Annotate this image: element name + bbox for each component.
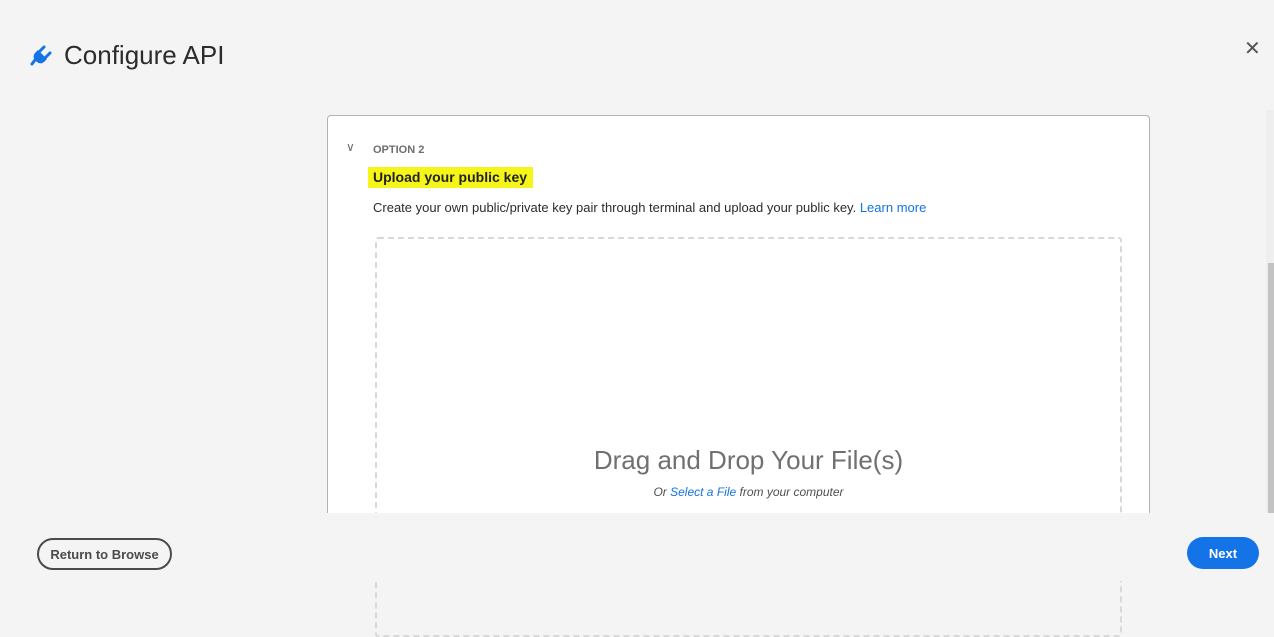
chevron-down-icon[interactable]: ∨ [346, 140, 355, 154]
dropzone-subtitle: Or Select a File from your computer [377, 485, 1120, 499]
page-header: Configure API [30, 40, 224, 71]
option-label: OPTION 2 [373, 144, 425, 156]
page-title: Configure API [64, 40, 225, 70]
scrollbar-thumb[interactable] [1268, 263, 1274, 513]
next-button[interactable]: Next [1187, 537, 1259, 569]
footer-bar [0, 513, 1274, 581]
learn-more-link[interactable]: Learn more [860, 200, 926, 215]
option-card: ∨ OPTION 2 Upload your public key Create… [327, 115, 1150, 637]
dropzone-title: Drag and Drop Your File(s) [593, 445, 904, 475]
option-heading: Upload your public key [368, 167, 534, 188]
plug-icon [30, 45, 52, 65]
return-to-browse-button[interactable]: Return to Browse [37, 538, 172, 570]
select-file-link[interactable]: Select a File [670, 485, 736, 499]
description-text: Create your own public/private key pair … [373, 200, 857, 215]
close-icon[interactable]: ✕ [1244, 36, 1261, 61]
dropzone-suffix: from your computer [739, 485, 844, 499]
dropzone-prefix: Or [653, 485, 667, 499]
option-description: Create your own public/private key pair … [373, 200, 926, 215]
